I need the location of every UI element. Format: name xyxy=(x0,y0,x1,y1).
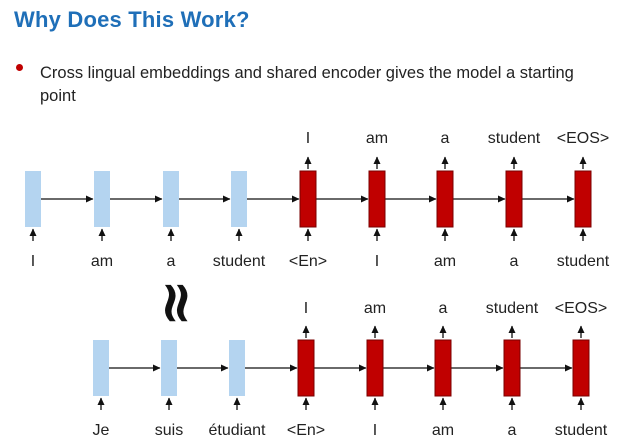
decoder-output-label: I xyxy=(304,300,308,317)
encoder-block xyxy=(161,340,177,396)
approx-symbol: ≈ xyxy=(144,279,212,328)
decoder-output-label: a xyxy=(441,130,450,147)
encoder-input-label: I xyxy=(31,253,35,270)
decoder-block xyxy=(366,339,384,397)
encoder-input-label: a xyxy=(167,253,176,270)
decoder-input-label: am xyxy=(432,422,454,439)
encoder-block xyxy=(163,171,179,227)
decoder-output-label: student xyxy=(488,130,541,147)
decoder-input-label: I xyxy=(373,422,377,439)
decoder-block xyxy=(297,339,315,397)
decoder-output-label: am xyxy=(366,130,388,147)
encoder-input-label: Je xyxy=(93,422,110,439)
encoder-input-label: suis xyxy=(155,422,183,439)
decoder-block xyxy=(505,170,523,228)
decoder-block xyxy=(572,339,590,397)
encoder-input-label: student xyxy=(213,253,266,270)
encoder-input-label: étudiant xyxy=(209,422,266,439)
decoder-input-label: am xyxy=(434,253,456,270)
decoder-input-label: a xyxy=(510,253,519,270)
decoder-output-label: I xyxy=(306,130,310,147)
encoder-input-label: am xyxy=(91,253,113,270)
decoder-block xyxy=(503,339,521,397)
seq2seq-diagram: Iam a student <En> Iam a student I am a student <EO… xyxy=(25,130,610,439)
decoder-block xyxy=(299,170,317,228)
decoder-output-label: <EOS> xyxy=(557,130,609,147)
row-top: Iam a student <En> Iam a student I am a student <EO… xyxy=(25,130,610,270)
decoder-input-label: student xyxy=(557,253,610,270)
encoder-block xyxy=(94,171,110,227)
encoder-block xyxy=(229,340,245,396)
decoder-output-label: a xyxy=(439,300,448,317)
encoder-block xyxy=(25,171,41,227)
decoder-input-label: <En> xyxy=(287,422,325,439)
decoder-block xyxy=(368,170,386,228)
encoder-block xyxy=(93,340,109,396)
encoder-block xyxy=(231,171,247,227)
decoder-input-label: <En> xyxy=(289,253,327,270)
decoder-output-label: <EOS> xyxy=(555,300,607,317)
decoder-input-label: student xyxy=(555,422,608,439)
decoder-input-label: a xyxy=(508,422,517,439)
decoder-input-label: I xyxy=(375,253,379,270)
decoder-block xyxy=(574,170,592,228)
decoder-block xyxy=(434,339,452,397)
decoder-output-label: am xyxy=(364,300,386,317)
decoder-block xyxy=(436,170,454,228)
decoder-output-label: student xyxy=(486,300,539,317)
